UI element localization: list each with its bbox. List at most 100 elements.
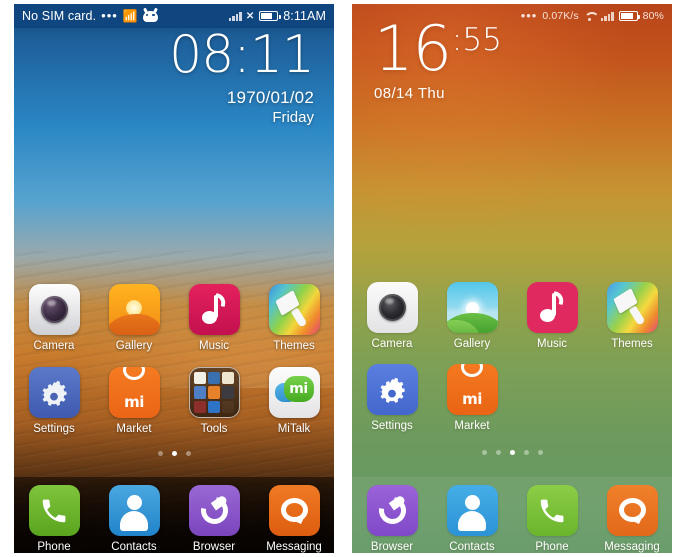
app-mitalk[interactable]: mi MiTalk [254, 367, 334, 435]
network-speed-text: 0.07K/s [542, 10, 579, 22]
settings-gear-icon [366, 364, 418, 415]
app-camera[interactable]: Camera [352, 282, 432, 350]
app-market[interactable]: mi Market [432, 364, 512, 432]
settings-gear-icon [28, 367, 80, 418]
page-dot[interactable] [157, 451, 163, 456]
page-dot[interactable] [481, 450, 487, 455]
dock-browser[interactable]: Browser [174, 485, 254, 553]
page-dot[interactable] [495, 450, 501, 455]
music-note-icon [526, 282, 578, 333]
calendar-mini-icon [222, 372, 235, 385]
comparison-screenshot: No SIM card. ••• 📶 ✕ 8:11AM 08:11 1970/0… [0, 0, 681, 557]
wifi-icon [584, 12, 596, 21]
themes-brush-icon [606, 282, 658, 333]
reader-mini-icon [207, 386, 221, 399]
dock-phone[interactable]: Phone [512, 485, 592, 553]
contacts-person-icon [446, 485, 498, 536]
app-market[interactable]: mi Market [94, 367, 174, 435]
app-themes[interactable]: Themes [592, 282, 672, 350]
dock-phone[interactable]: Phone [14, 485, 94, 553]
market-bag-mi-icon: mi [108, 367, 160, 418]
dock-browser[interactable]: Browser [352, 485, 432, 553]
left-status-bar[interactable]: No SIM card. ••• 📶 ✕ 8:11AM [14, 4, 334, 28]
messaging-bubble-icon [606, 485, 658, 536]
wifi-question-icon: 📶 [122, 9, 138, 23]
app-label: Themes [611, 338, 653, 350]
right-dock: Browser Contacts Phone Messaging [352, 477, 672, 553]
right-app-row-2: Settings mi Market [352, 364, 672, 432]
app-gallery[interactable]: Gallery [94, 284, 174, 352]
app-gallery[interactable]: Gallery [432, 282, 512, 350]
app-label: Music [536, 338, 568, 350]
page-dot-active[interactable] [509, 450, 515, 455]
app-empty-slot [592, 364, 672, 432]
compass-mini-icon [222, 386, 235, 399]
folder-mini-grid [193, 372, 235, 413]
page-dot[interactable] [523, 450, 529, 455]
app-label: Music [198, 340, 230, 352]
dock-messaging[interactable]: Messaging [592, 485, 672, 553]
app-label: Tools [200, 423, 228, 435]
sim-status-text: No SIM card. [22, 9, 97, 23]
no-signal-cross-icon: ✕ [245, 10, 255, 22]
app-label: Gallery [453, 338, 491, 350]
app-themes[interactable]: Themes [254, 284, 334, 352]
app-music[interactable]: Music [512, 282, 592, 350]
app-label: Settings [33, 423, 75, 435]
dock-messaging[interactable]: Messaging [254, 485, 334, 553]
flashlight-mini-icon [193, 386, 206, 399]
app-label: Camera [33, 340, 75, 352]
gallery-sunset-icon [108, 284, 160, 335]
clock-time: 08:11 [169, 25, 315, 85]
app-label: Gallery [115, 340, 153, 352]
app-label: Messaging [604, 541, 660, 553]
phone-handset-icon [526, 485, 578, 536]
page-dot[interactable] [185, 451, 191, 456]
clock-hours: 16 [374, 12, 452, 85]
app-settings[interactable]: Settings [14, 367, 94, 435]
right-phone-screen: ••• 0.07K/s 80% 16 :55 08/14 Thu Camera [352, 4, 672, 553]
mitalk-bubble-icon: mi [268, 367, 320, 418]
app-label: Contacts [449, 541, 495, 553]
gear-glyph [379, 377, 405, 403]
right-app-row-1: Camera Gallery Music Themes [352, 282, 672, 350]
music-note-icon [188, 284, 240, 335]
right-status-bar[interactable]: ••• 0.07K/s 80% [352, 4, 672, 28]
themes-brush-icon [268, 284, 320, 335]
battery-icon [259, 11, 281, 21]
gallery-landscape-icon [446, 282, 498, 333]
tools-folder-icon [188, 367, 240, 418]
app-tools-folder[interactable]: Tools [174, 367, 254, 435]
handset-glyph [42, 499, 66, 522]
right-clock-widget[interactable]: 16 :55 08/14 Thu [374, 12, 502, 102]
app-label: Settings [371, 420, 413, 432]
left-dock: Phone Contacts Browser Messaging [14, 477, 334, 553]
clock-minutes: :55 [451, 22, 502, 58]
android-bot-icon [142, 7, 158, 22]
page-dot-active[interactable] [171, 451, 177, 456]
app-label: Messaging [266, 541, 322, 553]
left-page-indicator[interactable] [14, 451, 334, 456]
clock-mini-icon [207, 372, 221, 385]
camera-icon [28, 284, 80, 335]
app-camera[interactable]: Camera [14, 284, 94, 352]
app-settings[interactable]: Settings [352, 364, 432, 432]
dock-contacts[interactable]: Contacts [432, 485, 512, 553]
signal-bars-icon [600, 11, 614, 21]
app-label: Market [454, 420, 490, 432]
gear-glyph [41, 380, 67, 406]
camera-icon [366, 282, 418, 333]
left-phone-screen: No SIM card. ••• 📶 ✕ 8:11AM 08:11 1970/0… [14, 4, 334, 553]
battery-icon [618, 11, 641, 21]
phone-handset-icon [28, 485, 80, 536]
contacts-person-icon [108, 485, 160, 536]
empty-mini-slot [222, 400, 235, 413]
right-page-indicator[interactable] [352, 450, 672, 455]
dock-contacts[interactable]: Contacts [94, 485, 174, 553]
app-music[interactable]: Music [174, 284, 254, 352]
app-label: Phone [535, 541, 569, 553]
browser-swirl-icon [366, 485, 418, 536]
page-dot[interactable] [537, 450, 543, 455]
market-bag-mi-icon: mi [446, 364, 498, 415]
left-clock-widget[interactable]: 08:11 1970/01/02 Friday [169, 25, 315, 126]
